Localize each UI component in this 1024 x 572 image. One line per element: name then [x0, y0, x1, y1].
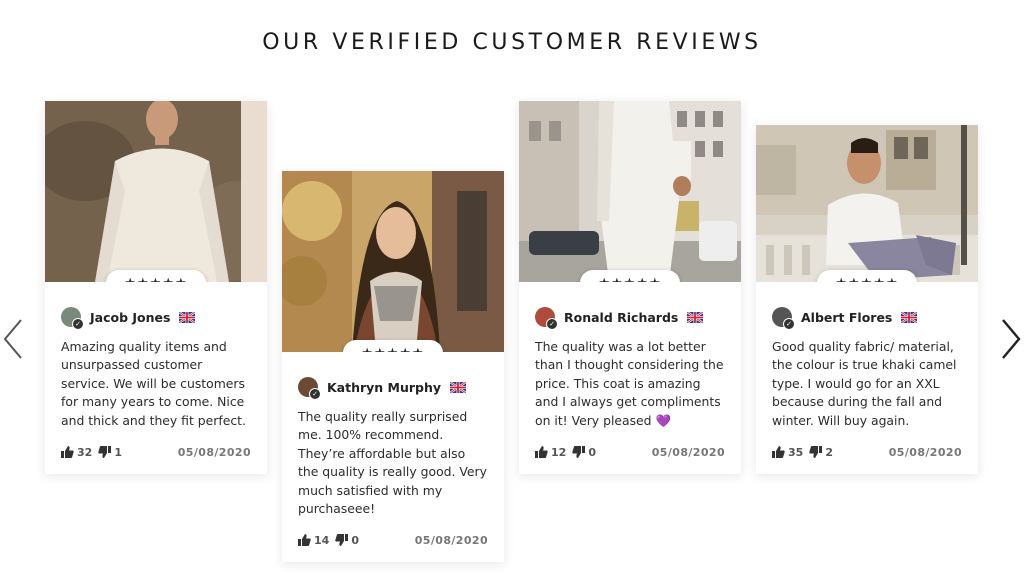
thumbs-up-icon	[772, 446, 785, 459]
avatar: ✓	[535, 307, 558, 330]
like-count: 32	[77, 445, 93, 459]
reviewer-name: Ronald Richards	[564, 309, 679, 325]
avatar: ✓	[772, 307, 795, 330]
reviewer-name: Albert Flores	[801, 309, 893, 325]
verified-check-icon: ✓	[546, 318, 558, 330]
review-date: 05/08/2020	[414, 533, 488, 547]
reviewer-name: Jacob Jones	[90, 309, 171, 325]
review-card: ★★★★★ ✓ Kathryn Murphy The quality reall…	[282, 171, 504, 563]
like-count: 35	[788, 445, 804, 459]
review-date: 05/08/2020	[177, 445, 251, 459]
review-card: ★★★★★ ✓ Albert Flores Good quality fabri…	[756, 125, 978, 475]
carousel-prev-button[interactable]	[2, 318, 24, 360]
review-text: Good quality fabric/ material, the colou…	[772, 339, 957, 428]
rating-stars: ★★★★★	[817, 270, 917, 282]
avatar: ✓	[298, 377, 321, 400]
uk-flag-icon	[687, 311, 704, 323]
dislike-button[interactable]: 0	[335, 534, 359, 547]
reviewer-name: Kathryn Murphy	[327, 379, 442, 395]
verified-check-icon: ✓	[783, 318, 795, 330]
like-button[interactable]: 35	[772, 446, 803, 459]
rating-stars: ★★★★★	[343, 340, 443, 352]
uk-flag-icon	[179, 311, 196, 323]
verified-check-icon: ✓	[72, 318, 84, 330]
product-photo: ★★★★★	[519, 101, 741, 282]
product-photo: ★★★★★	[756, 125, 978, 282]
review-text: The quality really surprised me. 100% re…	[298, 409, 487, 517]
dislike-count: 0	[588, 445, 596, 459]
verified-check-icon: ✓	[309, 388, 321, 400]
review-date: 05/08/2020	[651, 445, 725, 459]
review-card: ★★★★★ ✓ Ronald Richards The quality was …	[519, 101, 741, 475]
carousel-next-button[interactable]	[1000, 318, 1022, 360]
page-title: OUR VERIFIED CUSTOMER REVIEWS	[262, 30, 762, 55]
thumbs-up-icon	[298, 534, 311, 547]
dislike-button[interactable]: 1	[98, 446, 122, 459]
like-count: 12	[551, 445, 567, 459]
product-photo: ★★★★★	[282, 171, 504, 352]
thumbs-down-icon	[809, 446, 823, 459]
review-date: 05/08/2020	[888, 445, 962, 459]
dislike-count: 2	[825, 445, 833, 459]
dislike-button[interactable]: 0	[572, 446, 596, 459]
uk-flag-icon	[450, 381, 467, 393]
avatar: ✓	[61, 307, 84, 330]
like-button[interactable]: 32	[61, 446, 92, 459]
like-count: 14	[314, 533, 330, 547]
dislike-button[interactable]: 2	[809, 446, 833, 459]
like-button[interactable]: 14	[298, 534, 329, 547]
chevron-right-icon	[1002, 319, 1021, 359]
thumbs-down-icon	[98, 446, 112, 459]
chevron-left-icon	[3, 319, 22, 359]
dislike-count: 1	[114, 445, 122, 459]
thumbs-up-icon	[535, 446, 548, 459]
thumbs-up-icon	[61, 446, 74, 459]
review-text: Amazing quality items and unsurpassed cu…	[61, 339, 246, 428]
uk-flag-icon	[901, 311, 918, 323]
review-text: The quality was a lot better than I thou…	[535, 339, 724, 428]
review-card: ★★★★★ ✓ Jacob Jones Amazing quality item…	[45, 101, 267, 475]
rating-stars: ★★★★★	[106, 270, 206, 282]
thumbs-down-icon	[572, 446, 586, 459]
dislike-count: 0	[351, 533, 359, 547]
product-photo: ★★★★★	[45, 101, 267, 282]
like-button[interactable]: 12	[535, 446, 566, 459]
rating-stars: ★★★★★	[580, 270, 680, 282]
thumbs-down-icon	[335, 534, 349, 547]
